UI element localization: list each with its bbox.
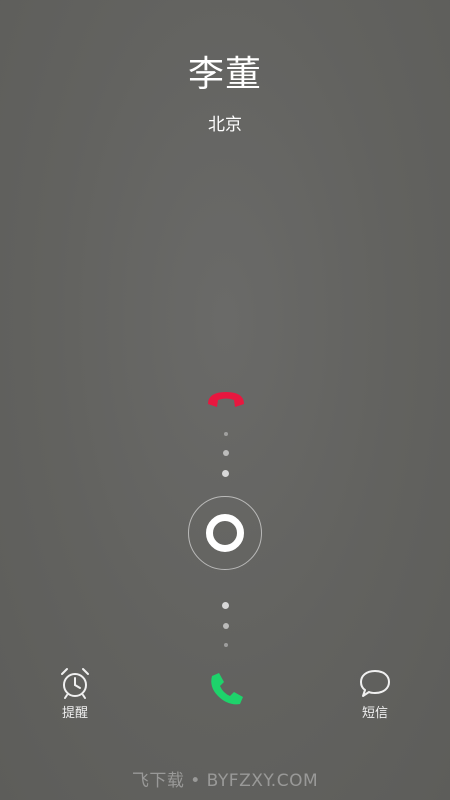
slide-hint-dot	[222, 450, 229, 456]
hangup-icon[interactable]	[204, 386, 248, 412]
answer-slider-handle[interactable]	[206, 514, 244, 552]
slide-hint-dot	[222, 623, 229, 629]
speech-bubble-icon	[360, 670, 390, 697]
slide-hint-dot	[223, 643, 228, 647]
slide-hint-dot	[223, 432, 228, 436]
reminder-label: 提醒	[61, 706, 88, 721]
reminder-button[interactable]: 提醒	[45, 666, 105, 721]
caller-location: 北京	[208, 115, 242, 135]
slide-hint-dot	[222, 602, 229, 609]
watermark: 飞下载 • BYFZXY.COM	[131, 771, 319, 791]
alarm-clock-icon	[61, 668, 89, 699]
phone-icon[interactable]	[206, 669, 246, 709]
message-label: 短信	[361, 706, 388, 721]
message-button[interactable]: 短信	[345, 666, 405, 721]
caller-name: 李董	[187, 54, 262, 95]
slide-hint-dot	[222, 470, 229, 477]
